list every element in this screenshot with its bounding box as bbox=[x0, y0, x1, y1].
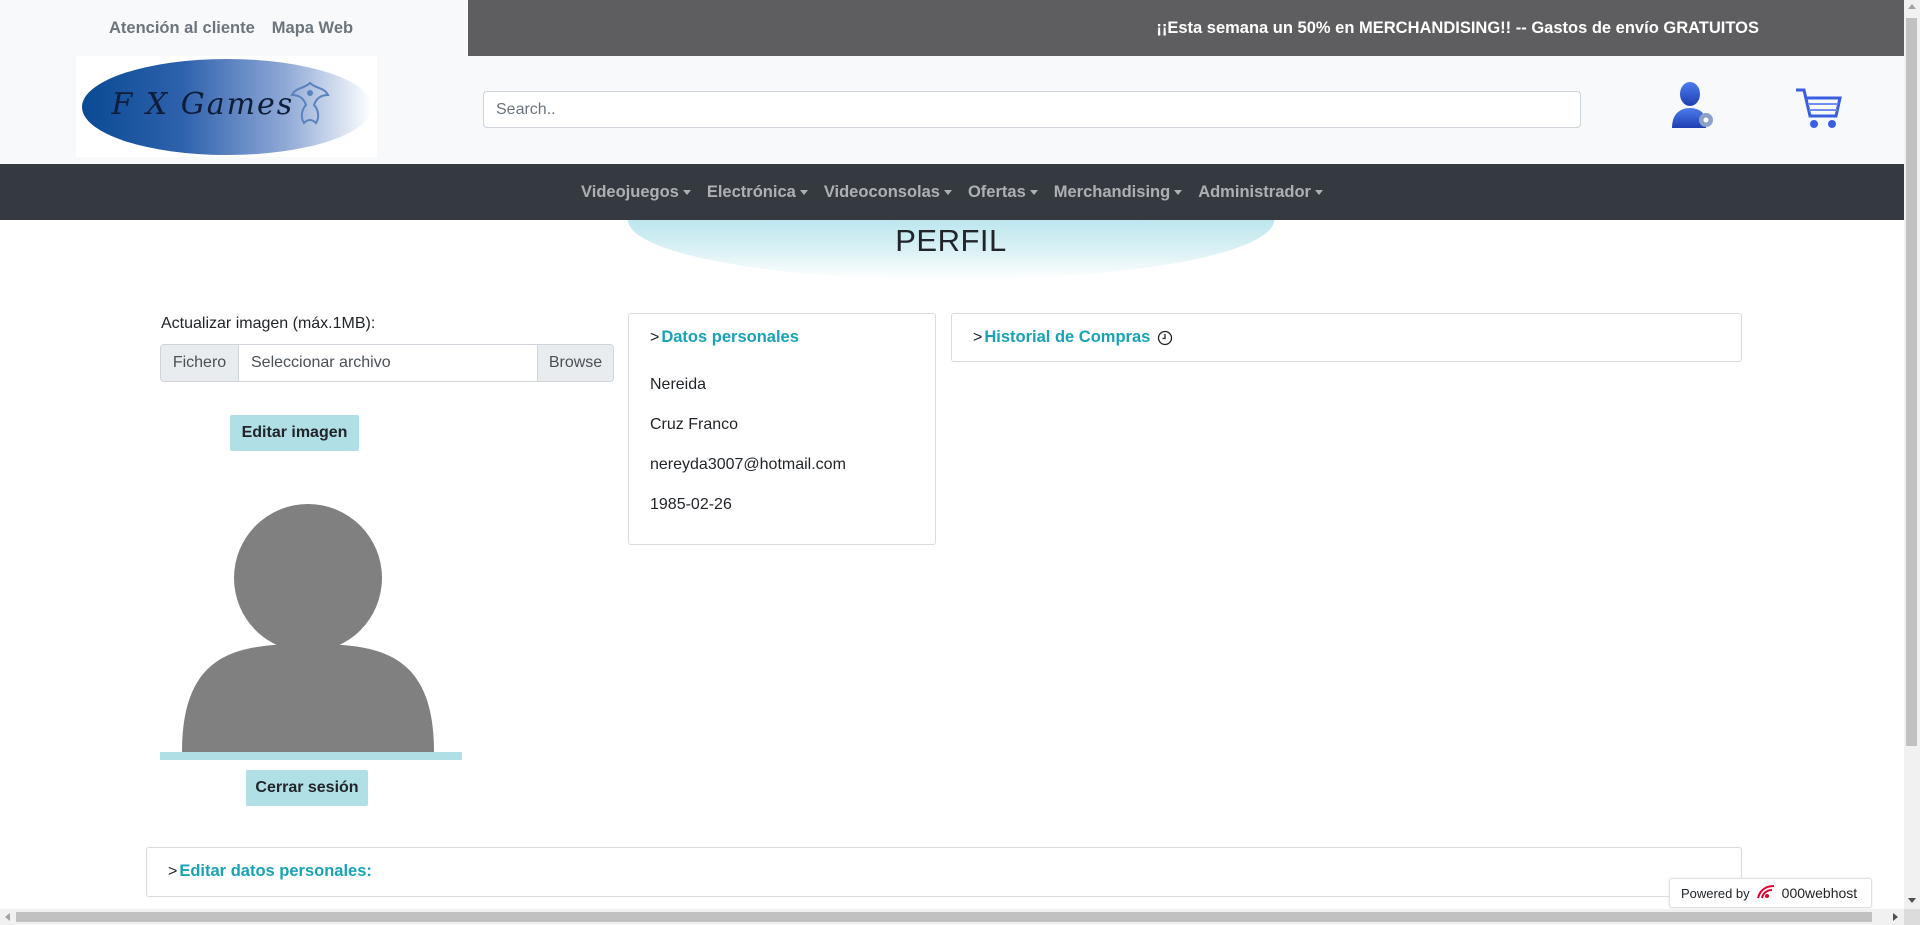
powered-by-badge[interactable]: Powered by 000webhost bbox=[1669, 878, 1872, 908]
purchase-history-link[interactable]: Historial de Compras bbox=[984, 328, 1150, 347]
birth-date: 1985-02-26 bbox=[650, 496, 732, 513]
nav-label: Videoconsolas bbox=[823, 182, 940, 201]
avatar bbox=[160, 500, 462, 760]
nav-label: Electrónica bbox=[706, 182, 796, 201]
main-nav: Videojuegos Electrónica Videoconsolas Of… bbox=[0, 164, 1904, 220]
logout-button[interactable]: Cerrar sesión bbox=[246, 770, 368, 806]
nav-electronica[interactable]: Electrónica bbox=[699, 183, 816, 202]
file-input[interactable]: Fichero Seleccionar archivo Browse bbox=[160, 344, 614, 382]
scrollbar-corner bbox=[1904, 909, 1920, 925]
angel-icon bbox=[289, 79, 330, 138]
chevron-right-icon: > bbox=[650, 328, 660, 346]
nav-ofertas[interactable]: Ofertas bbox=[960, 183, 1046, 202]
upload-image-label: Actualizar imagen (máx.1MB): bbox=[161, 315, 376, 332]
edit-personal-data-link[interactable]: Editar datos personales: bbox=[179, 862, 372, 881]
nav-label: Merchandising bbox=[1053, 182, 1171, 201]
page-title-banner: PERFIL bbox=[628, 220, 1274, 280]
personal-data-card: > Datos personales Nereida Cruz Franco n… bbox=[628, 313, 936, 545]
horizontal-scrollbar-thumb[interactable] bbox=[16, 912, 1872, 922]
customer-service-link[interactable]: Atención al cliente bbox=[109, 19, 255, 38]
logo-oval: F X Games bbox=[81, 58, 372, 155]
caret-down-icon bbox=[682, 189, 691, 195]
email: nereyda3007@hotmail.com bbox=[650, 456, 846, 473]
purchase-history-header: > Historial de Compras bbox=[973, 328, 1173, 347]
site-map-link[interactable]: Mapa Web bbox=[272, 19, 353, 38]
caret-down-icon bbox=[1174, 189, 1183, 195]
clock-icon bbox=[1157, 330, 1173, 346]
edit-image-button[interactable]: Editar imagen bbox=[230, 415, 359, 451]
scroll-left-icon[interactable] bbox=[5, 913, 10, 921]
search-input[interactable] bbox=[483, 91, 1581, 128]
chevron-right-icon: > bbox=[973, 328, 983, 346]
powered-by-label: Powered by bbox=[1681, 885, 1750, 901]
shopping-cart-icon[interactable] bbox=[1794, 86, 1844, 132]
powered-by-brand: 000webhost bbox=[1781, 885, 1858, 901]
site-logo[interactable]: F X Games bbox=[76, 56, 377, 157]
nav-label: Videojuegos bbox=[581, 182, 679, 201]
first-name: Nereida bbox=[650, 376, 707, 393]
nav-merchandising[interactable]: Merchandising bbox=[1046, 183, 1190, 202]
webhost-logo-icon bbox=[1756, 884, 1776, 903]
caret-down-icon bbox=[1314, 189, 1323, 195]
header: F X Games bbox=[0, 56, 1904, 164]
personal-data-header: > Datos personales bbox=[650, 328, 799, 347]
file-input-prefix: Fichero bbox=[161, 345, 239, 381]
logo-text: F X Games bbox=[111, 86, 295, 122]
nav-label: Ofertas bbox=[967, 182, 1026, 201]
page-title: PERFIL bbox=[895, 223, 1007, 258]
vertical-scrollbar-thumb[interactable] bbox=[1906, 18, 1917, 746]
purchase-history-card: > Historial de Compras bbox=[951, 313, 1742, 362]
nav-label: Administrador bbox=[1198, 182, 1311, 201]
top-bar: Atención al cliente Mapa Web ¡¡Esta sema… bbox=[0, 0, 1904, 56]
caret-down-icon bbox=[1029, 189, 1038, 195]
personal-data-link[interactable]: Datos personales bbox=[661, 328, 799, 347]
edit-personal-data-header: > Editar datos personales: bbox=[168, 862, 372, 881]
promo-banner: ¡¡Esta semana un 50% en MERCHANDISING!! … bbox=[468, 0, 1904, 56]
scroll-down-icon[interactable] bbox=[1908, 898, 1916, 903]
last-name: Cruz Franco bbox=[650, 416, 739, 433]
user-settings-icon[interactable] bbox=[1668, 82, 1716, 130]
nav-videoconsolas[interactable]: Videoconsolas bbox=[816, 183, 960, 202]
file-input-value[interactable]: Seleccionar archivo bbox=[239, 345, 537, 381]
chevron-right-icon: > bbox=[168, 862, 178, 880]
edit-personal-data-card: > Editar datos personales: bbox=[146, 847, 1742, 897]
nav-videojuegos[interactable]: Videojuegos bbox=[573, 183, 699, 202]
top-links: Atención al cliente Mapa Web bbox=[0, 0, 468, 56]
promo-text: ¡¡Esta semana un 50% en MERCHANDISING!! … bbox=[1156, 18, 1759, 37]
caret-down-icon bbox=[943, 189, 952, 195]
caret-down-icon bbox=[799, 189, 808, 195]
scroll-up-icon[interactable] bbox=[1908, 4, 1916, 9]
browse-button[interactable]: Browse bbox=[537, 345, 613, 381]
scroll-right-icon[interactable] bbox=[1893, 913, 1898, 921]
nav-administrador[interactable]: Administrador bbox=[1190, 183, 1331, 202]
